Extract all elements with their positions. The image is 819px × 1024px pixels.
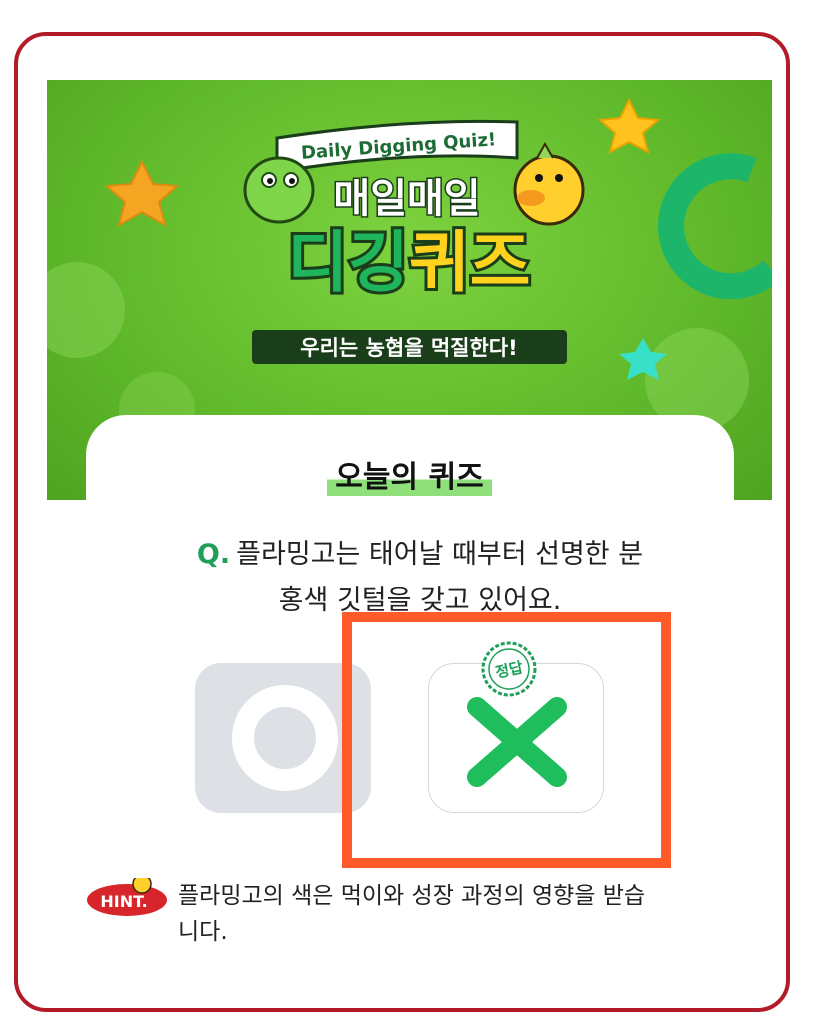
question-line1: 플라밍고는 태어날 때부터 선명한 분 [236, 539, 644, 570]
green-character [243, 156, 315, 224]
hint-label: HINT. [100, 892, 147, 911]
banner-subtitle: 우리는 농협을 먹질한다! [300, 336, 517, 360]
hint-badge: HINT. [87, 878, 167, 916]
star-icon-right [597, 97, 661, 154]
banner-title-quiz: 퀴즈 [409, 224, 530, 301]
banner-title-digging: 디깅 [288, 224, 409, 301]
svg-text:디깅퀴즈: 디깅퀴즈 [288, 224, 531, 301]
section-title-text: 오늘의 퀴즈 [327, 452, 492, 496]
question-prefix: Q. [196, 539, 231, 570]
ring-decoration [658, 153, 772, 300]
section-title: 오늘의 퀴즈 [0, 452, 819, 496]
banner-title-line1: 매일매일 [333, 176, 480, 222]
star-icon-left [104, 159, 180, 228]
tagline-ribbon: Daily Digging Quiz! [275, 119, 519, 174]
hint-text-line1: 플라밍고의 색은 먹이와 성장 과정의 영향을 받습 [178, 883, 646, 909]
hint-text-line2: 니다. [178, 919, 228, 945]
quiz-question: Q. 플라밍고는 태어날 때부터 선명한 분 홍색 깃털을 갖고 있어요. [120, 532, 720, 624]
magnifier-character-icon [132, 878, 152, 894]
answer-highlight-box [342, 612, 671, 868]
yellow-character [513, 141, 585, 226]
hint-text: 플라밍고의 색은 먹이와 성장 과정의 영향을 받습 니다. [178, 878, 738, 950]
